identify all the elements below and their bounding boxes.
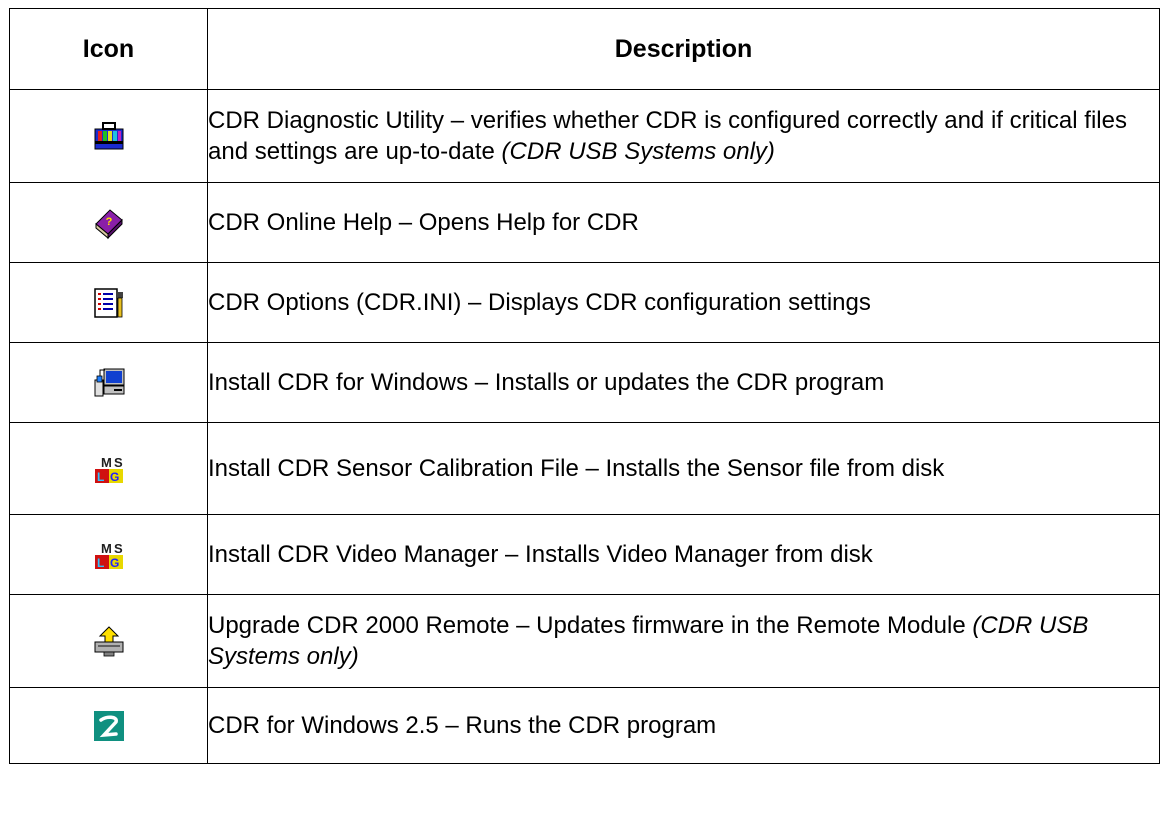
row-description: Install CDR Sensor Calibration File – In… xyxy=(208,455,945,482)
ms-setup-icon: M S L G xyxy=(92,452,126,486)
toolbox-icon xyxy=(92,119,126,153)
ms-setup-icon: M S L G xyxy=(92,538,126,572)
svg-text:S: S xyxy=(114,455,123,470)
svg-text:M: M xyxy=(101,455,112,470)
upgrade-arrow-icon xyxy=(92,624,126,658)
svg-text:G: G xyxy=(110,470,119,484)
table-row: CDR Diagnostic Utility – verifies whethe… xyxy=(9,89,1160,183)
computer-install-icon xyxy=(92,366,126,400)
cdr-logo-icon xyxy=(92,709,126,743)
row-note: (CDR USB Systems only) xyxy=(501,138,775,165)
table-row: Upgrade CDR 2000 Remote – Updates firmwa… xyxy=(9,594,1160,688)
header-row: Icon Description xyxy=(9,8,1160,90)
svg-text:G: G xyxy=(110,556,119,570)
icon-description-table: Icon Description CDR Diagnostic Utility … xyxy=(9,8,1160,764)
help-book-icon: ? xyxy=(92,206,126,240)
table-row: M S L G Install CDR Sensor Calibration F… xyxy=(9,422,1160,515)
row-description: CDR Online Help – Opens Help for CDR xyxy=(208,209,639,236)
svg-text:L: L xyxy=(97,470,104,484)
table-row: CDR for Windows 2.5 – Runs the CDR progr… xyxy=(9,687,1160,764)
table-row: CDR Options (CDR.INI) – Displays CDR con… xyxy=(9,262,1160,343)
table-row: Install CDR for Windows – Installs or up… xyxy=(9,342,1160,423)
table-row: ? CDR Online Help – Opens Help for CDR xyxy=(9,182,1160,263)
row-description: Install CDR Video Manager – Installs Vid… xyxy=(208,541,873,568)
svg-text:?: ? xyxy=(105,216,112,228)
table-row: M S L G Install CDR Video Manager – Inst… xyxy=(9,514,1160,595)
row-description: CDR Options (CDR.INI) – Displays CDR con… xyxy=(208,289,871,316)
row-description: Install CDR for Windows – Installs or up… xyxy=(208,369,885,396)
svg-text:M: M xyxy=(101,541,112,556)
icon-column-header: Icon xyxy=(9,8,208,90)
description-column-header: Description xyxy=(207,8,1160,90)
ini-settings-icon xyxy=(92,286,126,320)
svg-text:L: L xyxy=(97,556,104,570)
row-description: Upgrade CDR 2000 Remote – Updates firmwa… xyxy=(208,612,973,639)
row-description: CDR for Windows 2.5 – Runs the CDR progr… xyxy=(208,712,717,739)
svg-text:S: S xyxy=(114,541,123,556)
